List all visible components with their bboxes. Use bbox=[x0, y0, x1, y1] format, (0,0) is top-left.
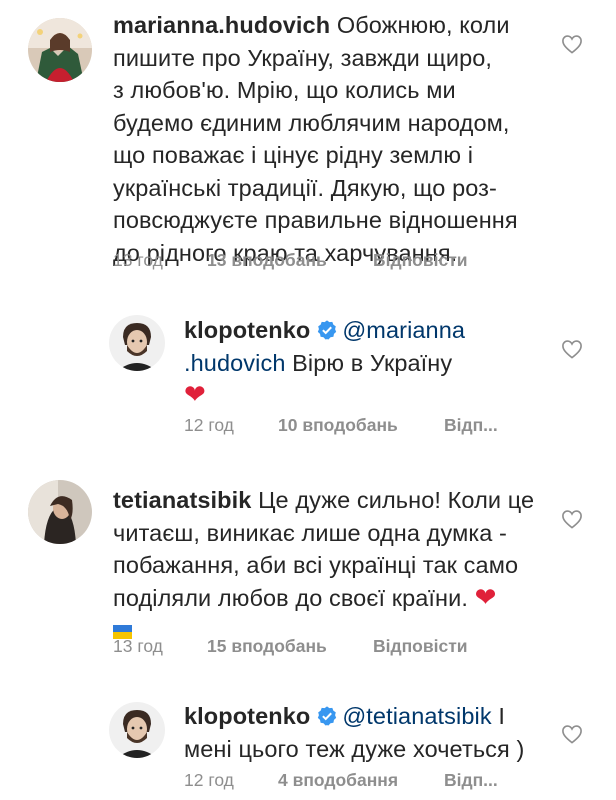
comment-meta: 13 год 15 вподобань Відповісти bbox=[113, 636, 513, 660]
heart-outline-icon[interactable] bbox=[561, 509, 583, 529]
verified-badge-icon bbox=[318, 320, 337, 340]
comment-text: klopotenko @tetianatsibik І мені цього те… bbox=[184, 700, 574, 765]
text-line: І bbox=[498, 703, 505, 729]
heart-outline-icon[interactable] bbox=[561, 724, 583, 744]
username[interactable]: tetianatsibik bbox=[113, 487, 251, 513]
text-line: побажання, аби всі українці так само bbox=[113, 552, 519, 578]
timestamp: 13 год bbox=[113, 250, 163, 270]
mention-link[interactable]: .hudovich bbox=[184, 350, 286, 376]
likes-count[interactable]: 13 вподобань bbox=[207, 250, 327, 271]
heart-emoji: ❤ bbox=[184, 379, 206, 409]
text-line: мені цього теж дуже хочеться ) bbox=[184, 735, 525, 762]
text-line: поділяли любов до своєї країни. bbox=[113, 584, 468, 611]
text-line: Це дуже сильно! Коли це bbox=[258, 487, 535, 513]
mention-link[interactable]: @tetianatsibik bbox=[342, 703, 491, 729]
likes-count[interactable]: 15 вподобань bbox=[207, 636, 327, 657]
text-line: з любов'ю. Мрію, що колись ми bbox=[113, 77, 456, 103]
username[interactable]: klopotenko bbox=[184, 317, 310, 343]
comment-text: marianna.hudovich Обожнюю, коли пишите п… bbox=[113, 9, 583, 269]
text-line: читаєш, виникає лише одна думка - bbox=[113, 519, 507, 546]
likes-count[interactable]: 4 вподобання bbox=[278, 770, 398, 791]
text-line: Обожнюю, коли bbox=[336, 12, 510, 38]
text-line: Вірю в Україну bbox=[292, 349, 453, 376]
comment-tetianatsibik: tetianatsibik Це дуже сильно! Коли це чи… bbox=[0, 470, 616, 670]
heart-outline-icon[interactable] bbox=[561, 339, 583, 359]
reply-klopotenko-1: klopotenko @marianna .hudovich Вірю в Укр… bbox=[0, 290, 616, 450]
comment-marianna: marianna.hudovich Обожнюю, коли пишите п… bbox=[0, 0, 616, 290]
verified-badge-icon bbox=[318, 706, 337, 726]
comment-meta: 12 год 10 вподобань Відп... bbox=[184, 415, 524, 439]
reply-button[interactable]: Відповісти bbox=[373, 636, 468, 657]
reply-klopotenko-2: klopotenko @tetianatsibik І мені цього те… bbox=[0, 690, 616, 800]
reply-button[interactable]: Відп... bbox=[444, 415, 498, 436]
heart-emoji: ❤ bbox=[474, 581, 497, 612]
mention-link[interactable]: @marianna bbox=[342, 317, 465, 343]
username[interactable]: klopotenko bbox=[184, 703, 310, 729]
text-line: будемо єдиним люблячим народом, bbox=[113, 109, 510, 136]
reply-button[interactable]: Відповісти bbox=[373, 250, 468, 271]
avatar[interactable] bbox=[109, 315, 165, 371]
text-line: що поважає і цінує рідну землю і bbox=[113, 142, 474, 168]
heart-outline-icon[interactable] bbox=[561, 34, 583, 54]
likes-count[interactable]: 10 вподобань bbox=[278, 415, 398, 436]
comment-text: tetianatsibik Це дуже сильно! Коли це чи… bbox=[113, 484, 583, 646]
text-line: повсюджуєте правильне відношення bbox=[113, 207, 518, 233]
comment-text: klopotenko @marianna .hudovich Вірю в Укр… bbox=[184, 314, 554, 412]
reply-button[interactable]: Відп... bbox=[444, 770, 498, 791]
username[interactable]: marianna.hudovich bbox=[113, 12, 330, 38]
timestamp: 12 год bbox=[184, 415, 234, 435]
text-line: українські традиції. Дякую, що роз- bbox=[113, 174, 497, 201]
timestamp: 12 год bbox=[184, 770, 234, 790]
comment-meta: 12 год 4 вподобання Відп... bbox=[184, 770, 524, 794]
avatar[interactable] bbox=[109, 702, 165, 758]
avatar[interactable] bbox=[28, 480, 92, 544]
avatar[interactable] bbox=[28, 18, 92, 82]
timestamp: 13 год bbox=[113, 636, 163, 656]
comment-meta: 13 год 13 вподобань Відповісти bbox=[113, 250, 513, 274]
text-line: пишите про Україну, завжди щиро, bbox=[113, 44, 493, 71]
